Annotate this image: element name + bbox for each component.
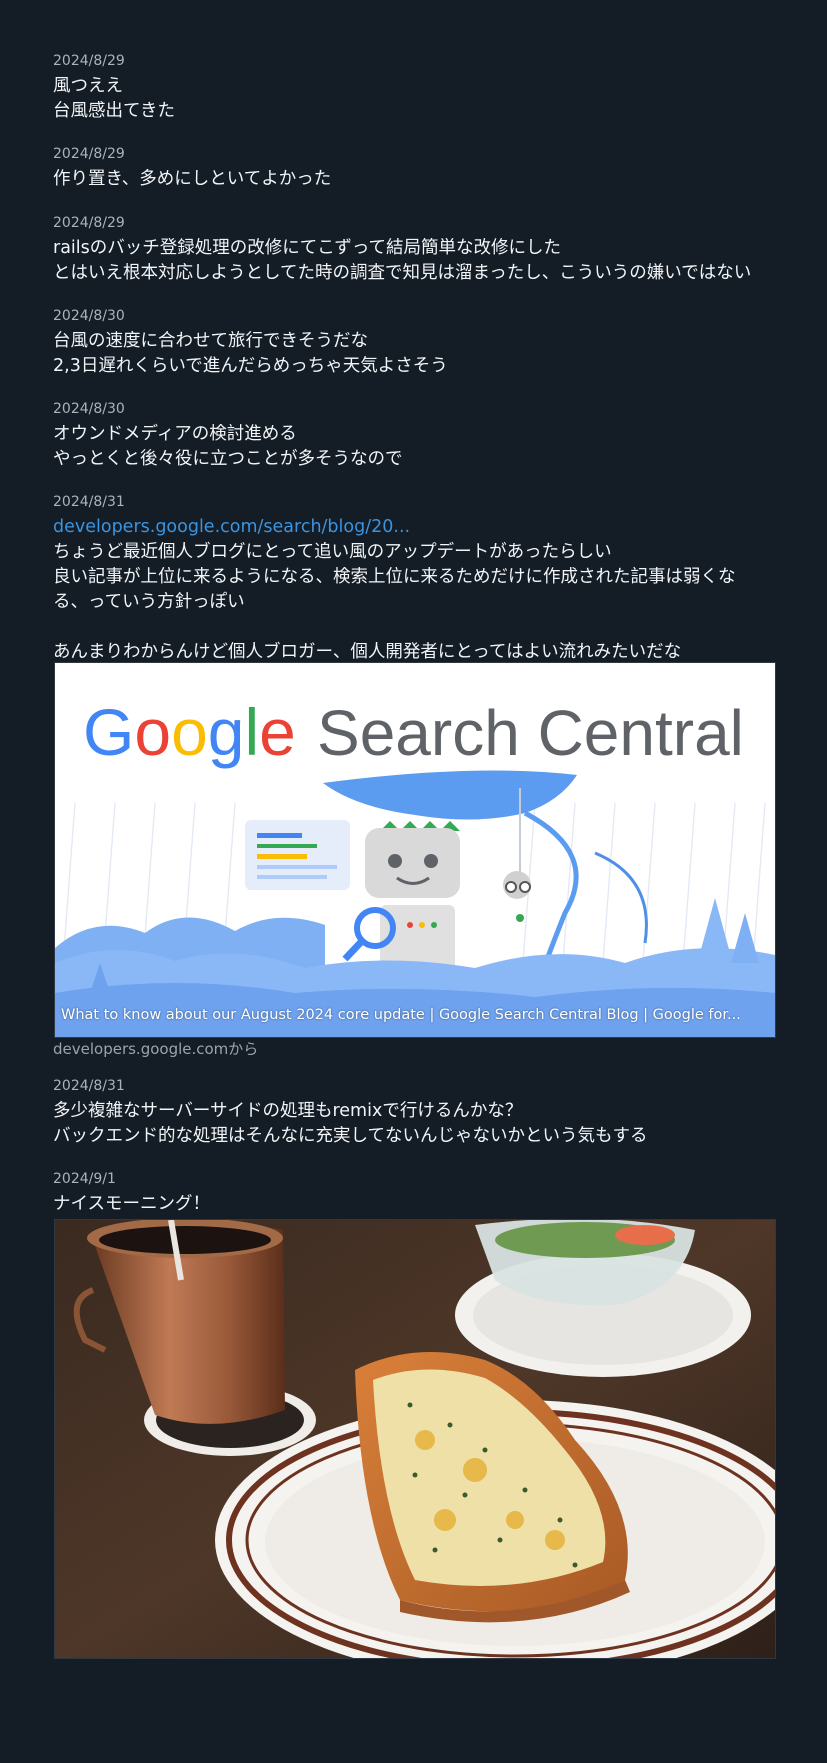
post: 2024/8/29 作り置き、多めにしといてよかった <box>53 145 775 192</box>
post-date: 2024/8/31 <box>53 1078 125 1094</box>
post-text: オウンドメディアの検討進める やっとくと後々役に立つことが多そうなので <box>53 424 403 469</box>
breakfast-photo-image <box>55 1220 775 1658</box>
post-text: ちょうど最近個人ブログにとって追い風のアップデートがあったらしい 良い記事が上位… <box>53 542 736 662</box>
post-date: 2024/8/30 <box>53 401 125 417</box>
post-text: 作り置き、多めにしといてよかった <box>53 169 332 189</box>
link-preview-image: Google Search Central <box>55 663 775 1037</box>
post: 2024/8/30 台風の速度に合わせて旅行できそうだな 2,3日遅れくらいで進… <box>53 307 775 379</box>
post-date: 2024/8/29 <box>53 53 125 69</box>
post-date: 2024/8/29 <box>53 215 125 231</box>
post-date: 2024/8/30 <box>53 308 125 324</box>
post-date: 2024/8/31 <box>53 494 125 510</box>
card-product-name: Search Central <box>317 697 744 769</box>
post: 2024/9/1 ナイスモーニング！ <box>53 1170 775 1217</box>
post: 2024/8/29 railsのバッチ登録処理の改修にてこずって結局簡単な改修に… <box>53 214 775 286</box>
post-text: 台風の速度に合わせて旅行できそうだな 2,3日遅れくらいで進んだらめっちゃ天気よ… <box>53 331 448 376</box>
post-photo[interactable] <box>54 1219 776 1659</box>
link-preview-card[interactable]: Google Search Central What to know about… <box>54 662 776 1038</box>
post-date: 2024/8/29 <box>53 146 125 162</box>
post-text: 多少複雑なサーバーサイドの処理もremixで行けるんかな？ バックエンド的な処理… <box>53 1101 648 1146</box>
post: 2024/8/29 風つええ 台風感出てきた <box>53 52 775 124</box>
post-text: 風つええ 台風感出てきた <box>53 76 175 121</box>
card-source[interactable]: developers.google.comから <box>53 1038 258 1059</box>
post-text: railsのバッチ登録処理の改修にてこずって結局簡単な改修にした とはいえ根本対… <box>53 238 752 283</box>
post-date: 2024/9/1 <box>53 1171 116 1187</box>
svg-text:Google: Google <box>83 695 296 769</box>
card-title: What to know about our August 2024 core … <box>61 1007 741 1023</box>
post: 2024/8/31 多少複雑なサーバーサイドの処理もremixで行けるんかな？ … <box>53 1077 775 1149</box>
post: 2024/8/30 オウンドメディアの検討進める やっとくと後々役に立つことが多… <box>53 400 775 472</box>
post: 2024/8/31 developers.google.com/search/b… <box>53 493 775 665</box>
post-link[interactable]: developers.google.com/search/blog/20... <box>53 515 775 540</box>
post-text: ナイスモーニング！ <box>53 1194 210 1214</box>
